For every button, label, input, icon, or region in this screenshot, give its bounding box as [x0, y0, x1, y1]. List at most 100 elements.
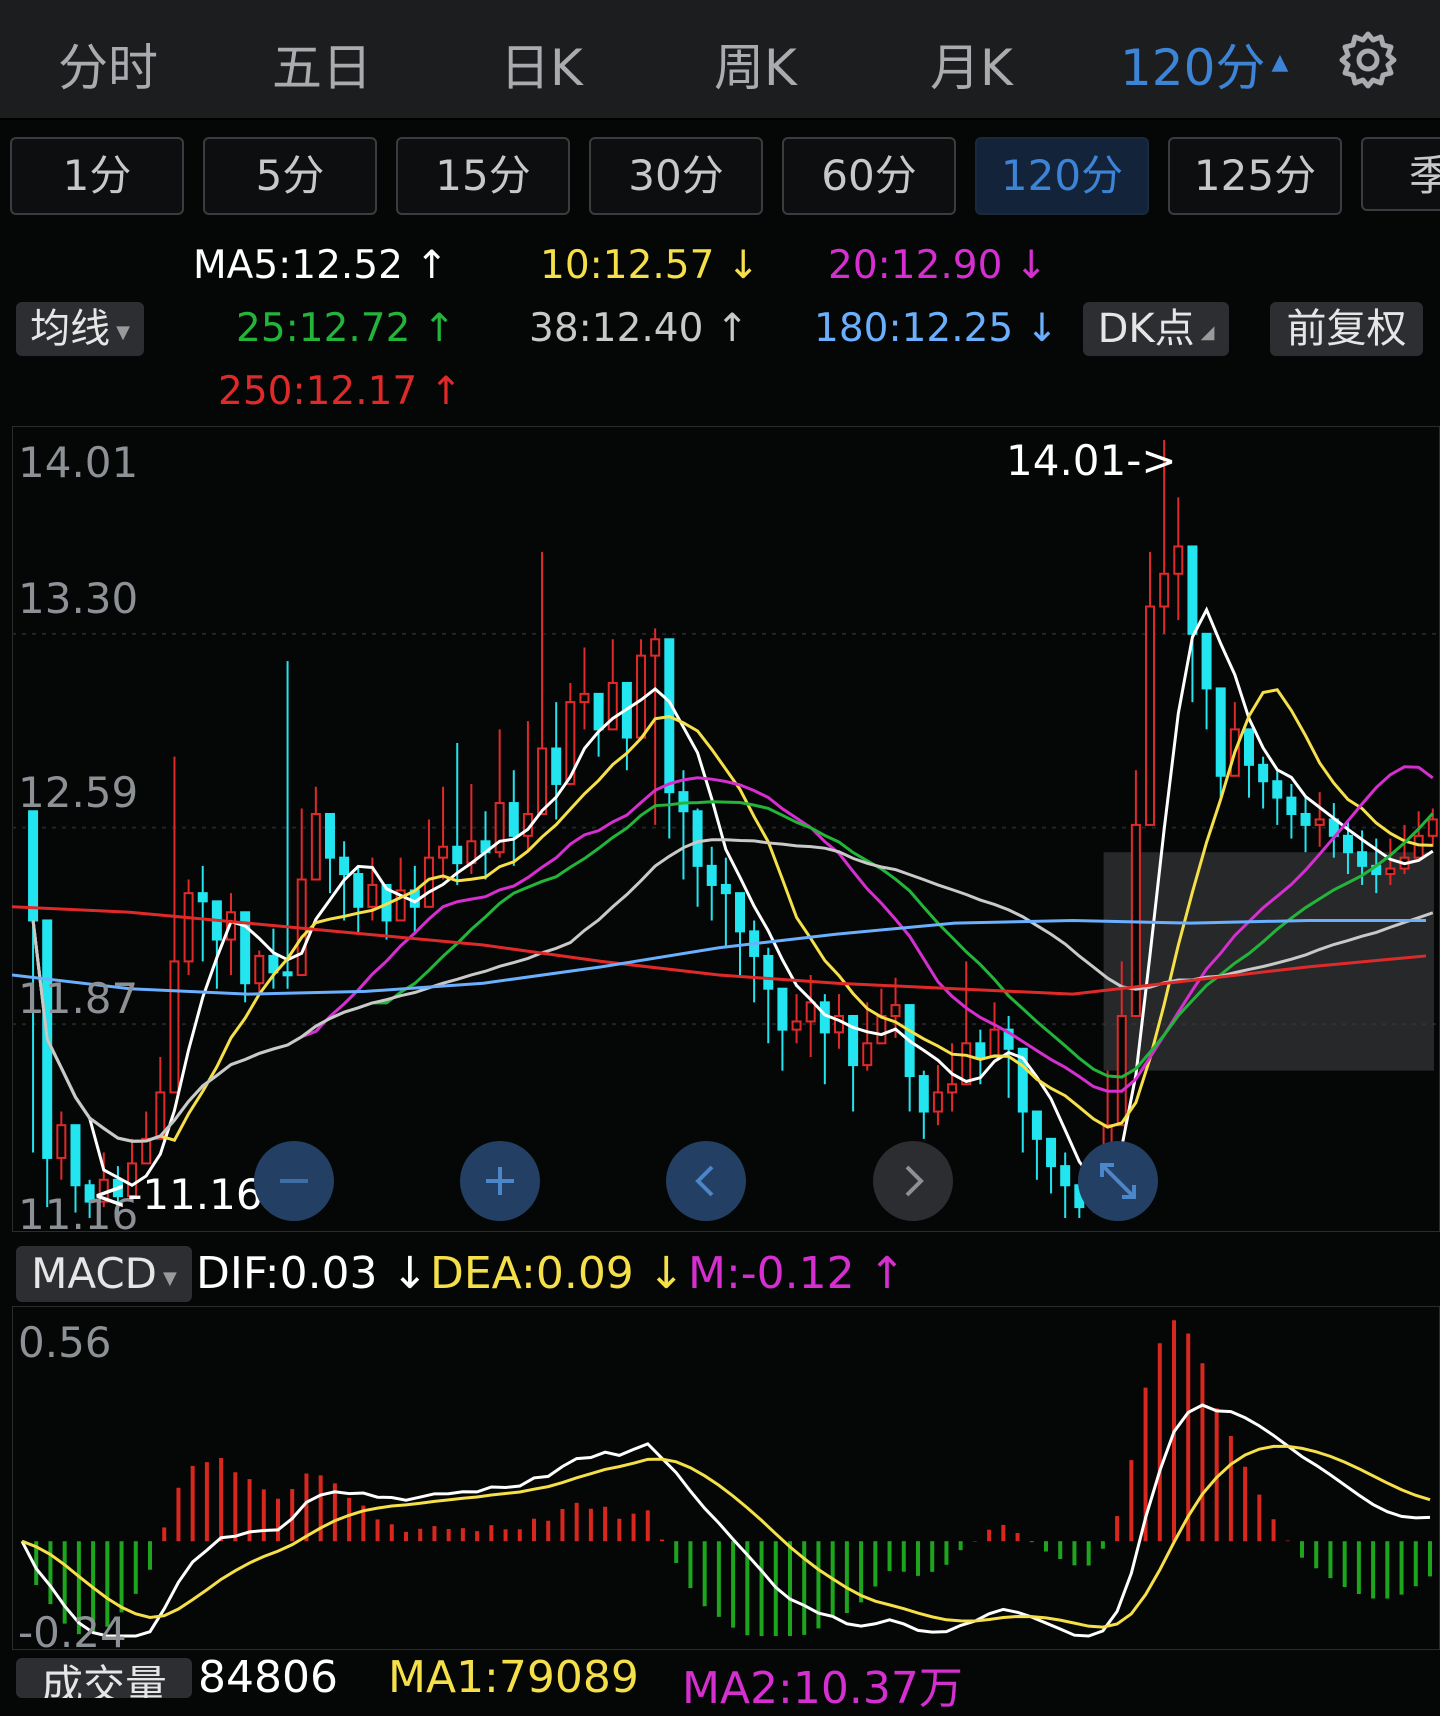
macd-m-text: M:-0.12 — [688, 1248, 855, 1299]
period-60min[interactable]: 60分 — [782, 137, 956, 215]
candle-body — [1300, 812, 1311, 826]
volume-ma2: MA2:10.37万 — [682, 1663, 963, 1714]
macd-y-bottom: -0.24 — [18, 1608, 127, 1657]
volume-ma1: MA1:79089 — [388, 1652, 639, 1703]
candle-body — [141, 1137, 152, 1165]
candle-body — [1031, 1110, 1042, 1140]
avg-line-dropdown[interactable]: 均线 ▼ — [16, 302, 144, 356]
candle-body — [551, 747, 562, 785]
chart-frame — [12, 426, 1440, 1232]
candle-body — [56, 1124, 67, 1159]
ma250-value: 250:12.17 ↑ — [218, 369, 462, 414]
candle-body — [1116, 1014, 1127, 1127]
candle-body — [1357, 851, 1368, 867]
macd-m-arrow: ↑ — [868, 1248, 906, 1299]
top-tab-bar: 分时 五日 日K 周K 月K 120分 ▲ — [0, 0, 1440, 120]
tab-rik[interactable]: 日K — [500, 28, 583, 100]
period-1min[interactable]: 1分 — [10, 137, 184, 215]
corner-triangle-icon: ◢ — [1200, 322, 1215, 343]
candlestick-chart[interactable] — [12, 426, 1440, 1232]
macd-dif: DIF:0.03 ↓ — [196, 1248, 428, 1299]
macd-frame — [12, 1306, 1440, 1650]
candle-body — [706, 864, 717, 886]
period-125min[interactable]: 125分 — [1168, 137, 1342, 215]
candle-body — [508, 802, 519, 837]
period-15min[interactable]: 15分 — [396, 137, 570, 215]
candle-body — [1201, 632, 1212, 690]
ma25-arrow: ↑ — [422, 306, 456, 351]
candle-body — [1187, 545, 1198, 635]
candle-body — [692, 810, 703, 867]
candle-body — [961, 1042, 972, 1086]
volume-dropdown[interactable]: 成交量 — [16, 1658, 192, 1698]
high-price-marker: 14.01-> — [1006, 436, 1177, 485]
macd-y-top: 0.56 — [18, 1318, 112, 1367]
macd-chart[interactable] — [12, 1306, 1440, 1650]
candle-body — [720, 883, 731, 895]
scroll-left-button[interactable] — [666, 1141, 746, 1221]
volume-value: 84806 — [198, 1652, 338, 1703]
avg-line-label: 均线 — [30, 306, 111, 352]
y-label-1259: 12.59 — [18, 768, 139, 817]
expand-icon — [1100, 1163, 1136, 1199]
ma250-text: 250:12.17 — [218, 369, 418, 414]
ma20-value: 20:12.90 ↓ — [828, 243, 1048, 288]
ma38-text: 38:12.40 — [529, 306, 704, 351]
zoom-out-button[interactable] — [254, 1141, 334, 1221]
shaded-zone — [1103, 852, 1434, 1071]
candle-body — [310, 812, 321, 881]
tab-zhouk[interactable]: 周K — [714, 28, 797, 100]
candle-body — [579, 692, 590, 704]
ma5-text: MA5:12.52 — [193, 243, 403, 288]
candle-body — [1272, 780, 1283, 799]
candle-body — [735, 892, 745, 933]
candle-body — [169, 960, 180, 1094]
candle-body — [183, 892, 194, 963]
tab-120min-label: 120分 — [1120, 39, 1266, 97]
period-season[interactable]: 季 — [1361, 137, 1440, 211]
caret-up-icon: ▲ — [1271, 50, 1289, 75]
candle-body — [537, 747, 548, 815]
candle-body — [918, 1075, 929, 1113]
tab-120min[interactable]: 120分 ▲ — [1120, 28, 1288, 100]
ma5-value: MA5:12.52 ↑ — [193, 243, 448, 288]
candle-body — [324, 812, 335, 859]
ma20-arrow: ↓ — [1014, 243, 1048, 288]
tab-yuek[interactable]: 月K — [930, 28, 1013, 100]
candle-body — [1173, 545, 1184, 575]
ma25-value: 25:12.72 ↑ — [236, 306, 456, 351]
candle-body — [805, 1001, 816, 1023]
scroll-right-button[interactable] — [873, 1141, 953, 1221]
macd-label: MACD — [31, 1249, 158, 1298]
candle-body — [452, 845, 463, 865]
ma180-arrow: ↓ — [1025, 306, 1059, 351]
macd-dea: DEA:0.09 ↓ — [430, 1248, 685, 1299]
candle-body — [650, 638, 661, 657]
macd-dropdown[interactable]: MACD ▼ — [16, 1246, 192, 1302]
gear-icon[interactable] — [1338, 30, 1398, 90]
period-30min[interactable]: 30分 — [589, 137, 763, 215]
candle-body — [791, 1020, 802, 1031]
tab-fenshi[interactable]: 分时 — [58, 28, 158, 100]
minus-icon — [280, 1179, 308, 1183]
fullscreen-button[interactable] — [1078, 1141, 1158, 1221]
period-120min[interactable]: 120分 — [975, 137, 1149, 215]
candle-body — [862, 1042, 873, 1067]
dif-line — [20, 1403, 1431, 1638]
tab-wuri[interactable]: 五日 — [272, 28, 372, 100]
candle-body — [763, 954, 774, 990]
macd-dea-text: DEA:0.09 — [430, 1248, 634, 1299]
period-5min[interactable]: 5分 — [203, 137, 377, 215]
adjust-price-button[interactable]: 前复权 — [1270, 302, 1423, 356]
dk-point-dropdown[interactable]: DK点 ◢ — [1083, 302, 1229, 356]
triangle-down-icon: ▼ — [116, 322, 130, 343]
candle-body — [197, 892, 208, 903]
candle-body — [1258, 763, 1269, 783]
candle-body — [282, 971, 293, 977]
candle-body — [848, 1014, 859, 1067]
ma38-value: 38:12.40 ↑ — [529, 306, 749, 351]
candle-body — [989, 1028, 1000, 1058]
candle-body — [1159, 572, 1170, 608]
candle-body — [1314, 818, 1325, 826]
zoom-in-button[interactable] — [460, 1141, 540, 1221]
